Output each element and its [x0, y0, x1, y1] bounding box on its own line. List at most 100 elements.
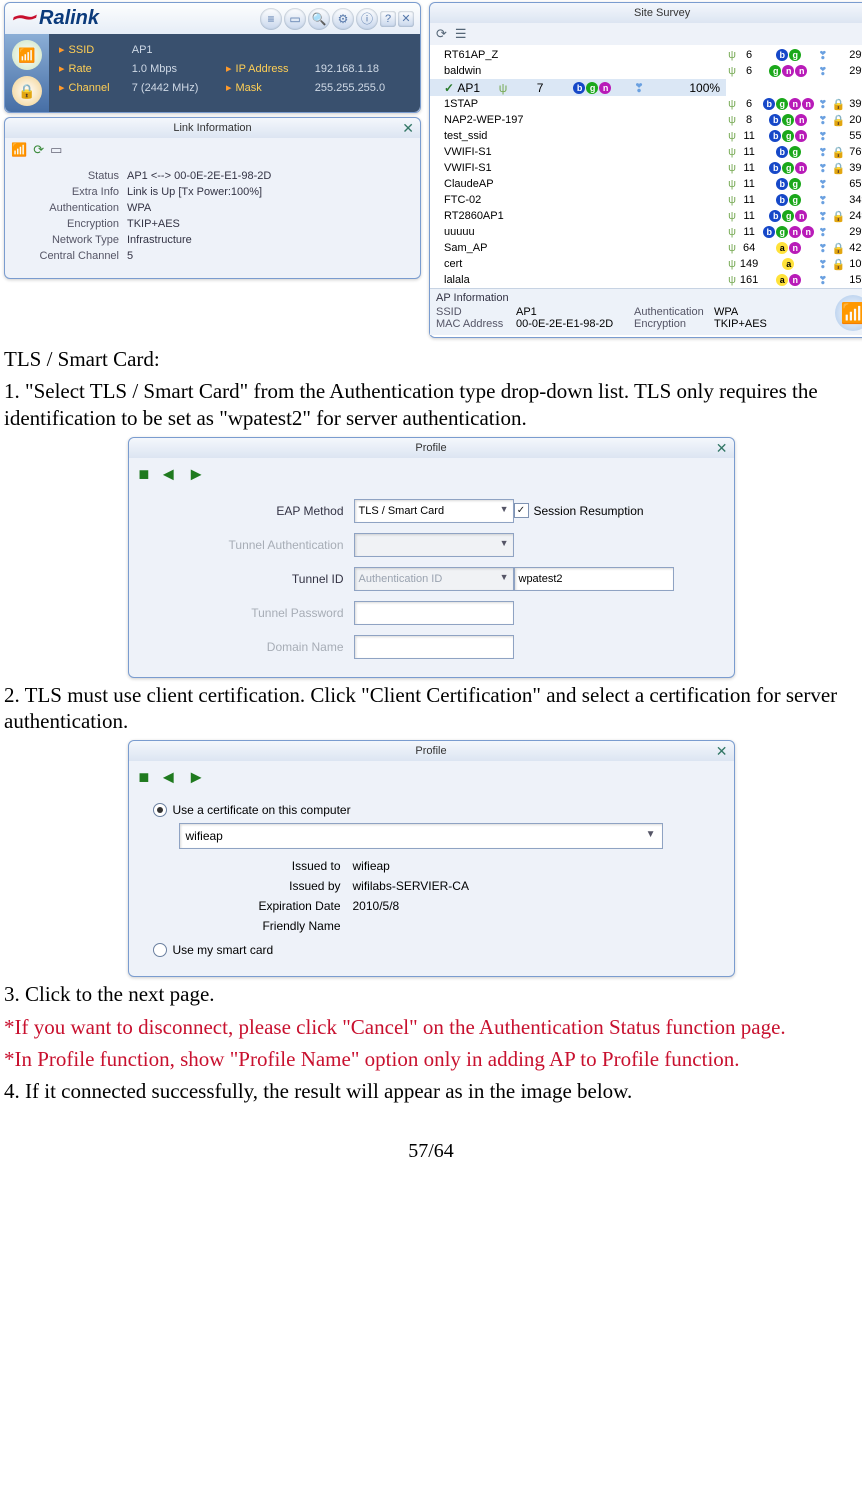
survey-modes: gnn — [760, 63, 816, 79]
survey-channel: 11 — [738, 176, 760, 192]
signal-bars-icon[interactable]: 📶 — [11, 142, 27, 158]
survey-percent: 29% — [847, 47, 862, 63]
tunnel-password-input[interactable] — [354, 601, 514, 625]
signal-icon: ❣ — [816, 112, 829, 128]
survey-percent: 65% — [847, 176, 862, 192]
antenna-icon: ψ — [726, 192, 738, 208]
cert-field-value — [353, 919, 710, 933]
survey-modes: bgnn — [760, 96, 816, 112]
toolbar-doc-icon[interactable]: ▭ — [284, 8, 306, 30]
survey-percent: 10% — [847, 256, 862, 272]
survey-row[interactable]: ClaudeAP ψ 11 bg ❣ 65% — [430, 176, 862, 192]
toolbar-help-icon[interactable]: ? — [380, 11, 396, 27]
survey-row[interactable]: NAP2-WEP-197 ψ 8 bgn ❣ 🔒 20% — [430, 112, 862, 128]
link-info-value: Link is Up [Tx Power:100%] — [123, 184, 275, 200]
survey-ssid: lalala — [430, 272, 726, 288]
survey-channel: 11 — [738, 224, 760, 240]
step-4: 4. If it connected successfully, the res… — [4, 1078, 858, 1104]
toolbar-close-icon[interactable]: ✕ — [398, 11, 414, 27]
survey-percent: 42% — [847, 240, 862, 256]
survey-row[interactable]: VWIFI-S1 ψ 11 bg ❣ 🔒 76% — [430, 144, 862, 160]
signal-icon: ❣ — [816, 176, 829, 192]
signal-icon: ❣ — [816, 128, 829, 144]
session-resumption-checkbox[interactable]: ✓Session Resumption — [514, 503, 674, 518]
survey-percent: 76% — [847, 144, 862, 160]
survey-modes: a — [760, 256, 816, 272]
lock-icon — [830, 272, 848, 288]
stop-icon[interactable]: ■ — [139, 767, 150, 788]
use-smart-card-radio[interactable]: Use my smart card — [153, 943, 274, 957]
survey-modes: bg — [760, 144, 816, 160]
survey-ssid: test_ssid — [430, 128, 726, 144]
survey-row[interactable]: lalala ψ 161 an ❣ 15% — [430, 272, 862, 288]
certificate-dropdown[interactable]: wifieap — [179, 823, 663, 849]
antenna-icon: ψ — [726, 256, 738, 272]
cert-field-label: Expiration Date — [203, 899, 353, 913]
toolbar-info-icon[interactable]: ⓘ — [356, 8, 378, 30]
survey-row[interactable]: 1STAP ψ 6 bgnn ❣ 🔒 39% — [430, 96, 862, 112]
toolbar-search-icon[interactable]: 🔍 — [308, 8, 330, 30]
close-icon[interactable]: ✕ — [716, 743, 728, 760]
lock-icon: 🔒 — [830, 160, 848, 176]
refresh-icon[interactable]: ⟳ — [33, 142, 44, 158]
list-view-icon[interactable]: ☰ — [455, 26, 467, 42]
antenna-icon: ψ — [726, 176, 738, 192]
close-icon[interactable]: ✕ — [716, 440, 728, 457]
close-icon[interactable]: ✕ — [402, 120, 414, 137]
eap-method-dropdown[interactable]: TLS / Smart Card — [354, 499, 514, 523]
survey-row[interactable]: Sam_AP ψ 64 an ❣ 🔒 42% — [430, 240, 862, 256]
link-info-label: Network Type — [15, 232, 123, 248]
survey-row[interactable]: AP1 ψ 7 bgn ❣ 100% — [430, 79, 726, 96]
mask-value: 255.255.255.0 — [313, 78, 412, 97]
survey-row[interactable]: uuuuu ψ 11 bgnn ❣ 29% — [430, 224, 862, 240]
survey-row[interactable]: test_ssid ψ 11 bgn ❣ 55% — [430, 128, 862, 144]
survey-ssid: FTC-02 — [430, 192, 726, 208]
page-number: 57/64 — [4, 1140, 858, 1163]
signal-icon: ❣ — [628, 79, 650, 96]
antenna-icon: ψ — [726, 144, 738, 160]
lock-icon: 🔒 — [830, 256, 848, 272]
step-3: 3. Click to the next page. — [4, 981, 858, 1007]
rescan-icon[interactable]: ⟳ — [436, 26, 447, 42]
lock-icon — [830, 47, 848, 63]
survey-channel: 8 — [738, 112, 760, 128]
tunnel-id-input[interactable]: wpatest2 — [514, 567, 674, 591]
survey-channel: 161 — [738, 272, 760, 288]
cert-field-value: wifieap — [353, 859, 710, 873]
doc-icon[interactable]: ▭ — [50, 142, 62, 158]
survey-percent: 29% — [847, 63, 862, 79]
survey-ssid: baldwin — [430, 63, 726, 79]
ap-information: AP Information SSID AP1 Authentication W… — [430, 288, 862, 335]
back-icon[interactable]: ◄ — [159, 767, 177, 788]
toolbar-list-icon[interactable]: ≡ — [260, 8, 282, 30]
signal-icon: ❣ — [816, 256, 829, 272]
survey-ssid: uuuuu — [430, 224, 726, 240]
toolbar-gear-icon[interactable]: ⚙ — [332, 8, 354, 30]
ip-value: 192.168.1.18 — [313, 59, 412, 78]
next-icon[interactable]: ► — [187, 464, 205, 485]
ap-auth: WPA — [714, 306, 738, 318]
antenna-icon: ψ — [726, 63, 738, 79]
survey-channel: 11 — [738, 192, 760, 208]
wifi-icon[interactable]: 📶 — [835, 295, 862, 331]
cert-field-value: 2010/5/8 — [353, 899, 710, 913]
domain-name-input[interactable] — [354, 635, 514, 659]
step-1: 1. "Select TLS / Smart Card" from the Au… — [4, 378, 858, 431]
use-local-cert-radio[interactable]: Use a certificate on this computer — [153, 803, 351, 817]
survey-channel: 6 — [738, 63, 760, 79]
eap-method-label: EAP Method — [189, 504, 354, 518]
survey-percent: 29% — [847, 224, 862, 240]
ralink-status-panel: ⁓Ralink ≡ ▭ 🔍 ⚙ ⓘ ? ✕ 📶 🔒 — [4, 2, 421, 113]
ip-label: IP Address — [236, 63, 289, 75]
back-icon[interactable]: ◄ — [159, 464, 177, 485]
ap-enc: TKIP+AES — [714, 318, 767, 330]
survey-row[interactable]: RT2860AP1 ψ 11 bgn ❣ 🔒 24% — [430, 208, 862, 224]
next-icon[interactable]: ► — [187, 767, 205, 788]
survey-row[interactable]: cert ψ 149 a ❣ 🔒 10% — [430, 256, 862, 272]
survey-row[interactable]: FTC-02 ψ 11 bg ❣ 34% — [430, 192, 862, 208]
survey-ssid: RT61AP_Z — [430, 47, 726, 63]
stop-icon[interactable]: ■ — [139, 464, 150, 485]
survey-row[interactable]: VWIFI-S1 ψ 11 bgn ❣ 🔒 39% — [430, 160, 862, 176]
survey-row[interactable]: baldwin ψ 6 gnn ❣ 29% — [430, 63, 862, 79]
survey-row[interactable]: RT61AP_Z ψ 6 bg ❣ 29% — [430, 47, 862, 63]
